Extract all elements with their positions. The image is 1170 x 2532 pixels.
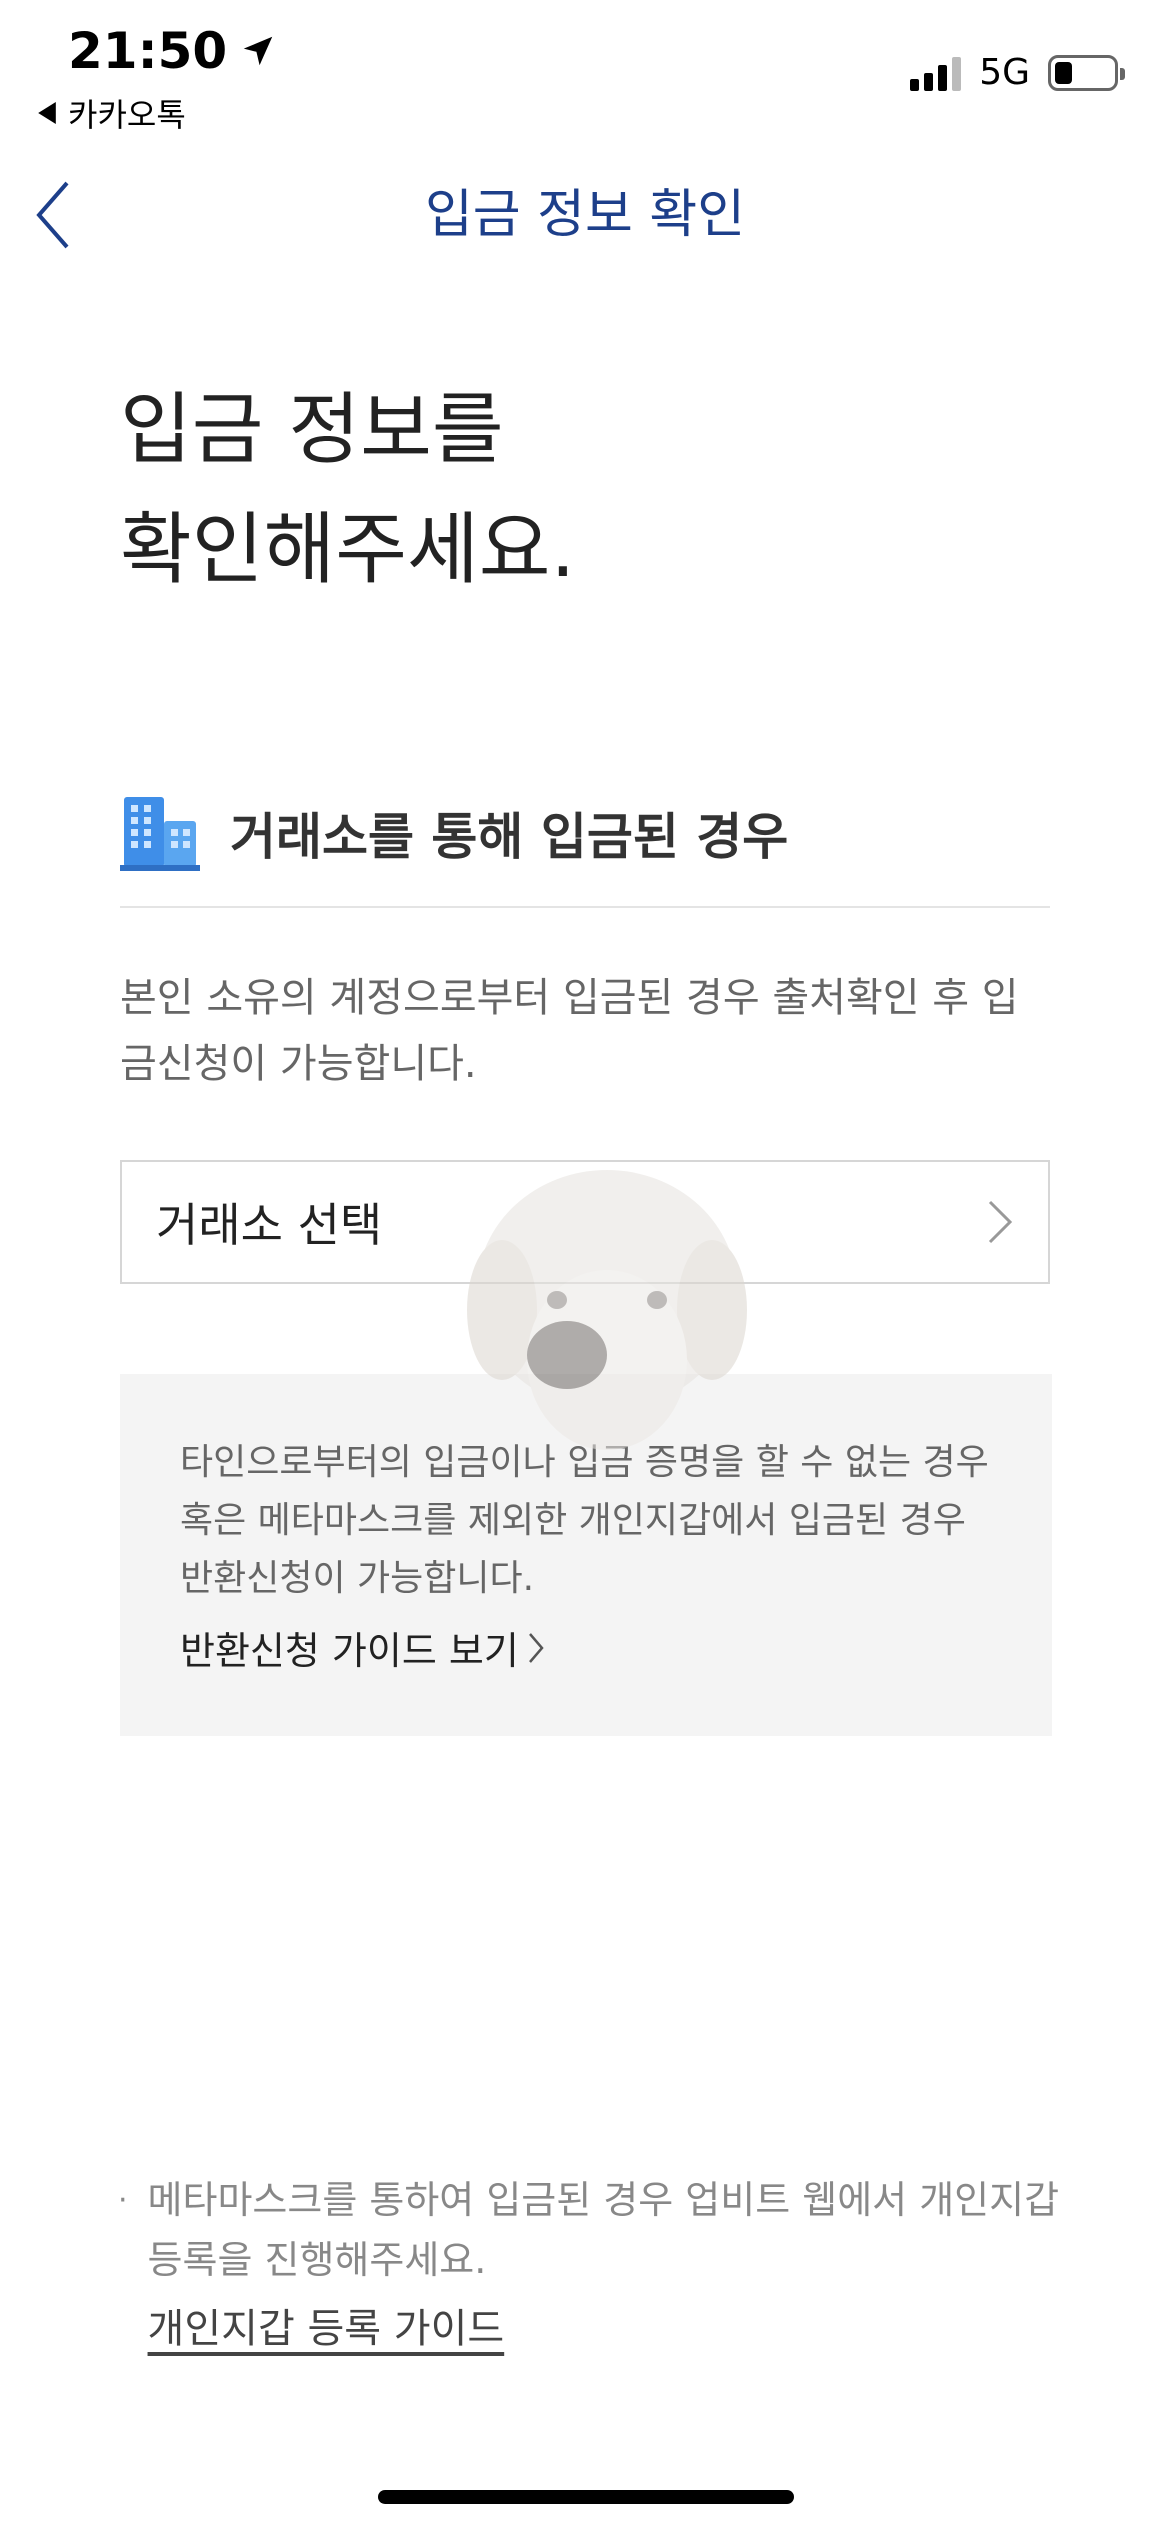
return-guide-label: 반환신청 가이드 보기 xyxy=(180,1629,519,1673)
status-time: 21:50 xyxy=(68,22,277,80)
location-arrow-icon xyxy=(243,36,273,66)
return-to-app[interactable]: 카카오톡 xyxy=(36,90,186,136)
return-app-label: 카카오톡 xyxy=(68,96,186,134)
footer-note: · 메타마스크를 통하여 입금된 경우 업비트 웹에서 개인지갑 등록을 진행해… xyxy=(118,2170,1068,2354)
back-triangle-icon xyxy=(38,102,56,124)
signal-icon xyxy=(910,55,962,91)
heading-line-1: 입금 정보를 xyxy=(120,385,504,475)
home-indicator[interactable] xyxy=(378,2490,794,2504)
return-guide-link[interactable]: 반환신청 가이드 보기 xyxy=(180,1620,992,1675)
wallet-registration-guide-link[interactable]: 개인지갑 등록 가이드 xyxy=(148,2296,505,2354)
exchange-section-header: 거래소를 통해 입금된 경우 xyxy=(120,795,788,871)
exchange-description: 본인 소유의 계정으로부터 입금된 경우 출처확인 후 입금신청이 가능합니다. xyxy=(120,975,1019,1087)
note-body: 메타마스크를 통하여 입금된 경우 업비트 웹에서 개인지갑 등록을 진행해주세… xyxy=(148,2170,1068,2354)
chevron-right-icon xyxy=(988,1200,1013,1244)
battery-icon xyxy=(1048,54,1125,91)
heading-line-2: 확인해주세요. xyxy=(120,505,576,595)
exchange-select-button[interactable]: 거래소 선택 xyxy=(120,1160,1050,1284)
note-bullet: · xyxy=(118,2183,128,2218)
return-info-text: 타인으로부터의 입금이나 입금 증명을 할 수 없는 경우 혹은 메타마스크를 … xyxy=(180,1442,989,1599)
chevron-right-icon xyxy=(528,1632,544,1663)
note-text: 메타마스크를 통하여 입금된 경우 업비트 웹에서 개인지갑 등록을 진행해주세… xyxy=(147,2178,1060,2282)
network-label: 5G xyxy=(979,52,1030,93)
return-info-box: 타인으로부터의 입금이나 입금 증명을 할 수 없는 경우 혹은 메타마스크를 … xyxy=(120,1374,1052,1736)
status-indicators: 5G xyxy=(910,52,1125,93)
screen: 21:50 카카오톡 5G 입금 정보 확인 입금 정보를 확인해주세요. 거래… xyxy=(0,0,1170,2532)
status-time-text: 21:50 xyxy=(68,22,228,80)
battery-level xyxy=(1055,61,1072,84)
page-title: 입금 정보 확인 xyxy=(424,185,746,245)
building-icon xyxy=(120,797,200,871)
main-heading: 입금 정보를 확인해주세요. xyxy=(120,370,575,610)
exchange-section-title: 거래소를 통해 입금된 경우 xyxy=(230,808,789,866)
exchange-select-label: 거래소 선택 xyxy=(156,1198,383,1252)
section-divider xyxy=(120,906,1050,908)
